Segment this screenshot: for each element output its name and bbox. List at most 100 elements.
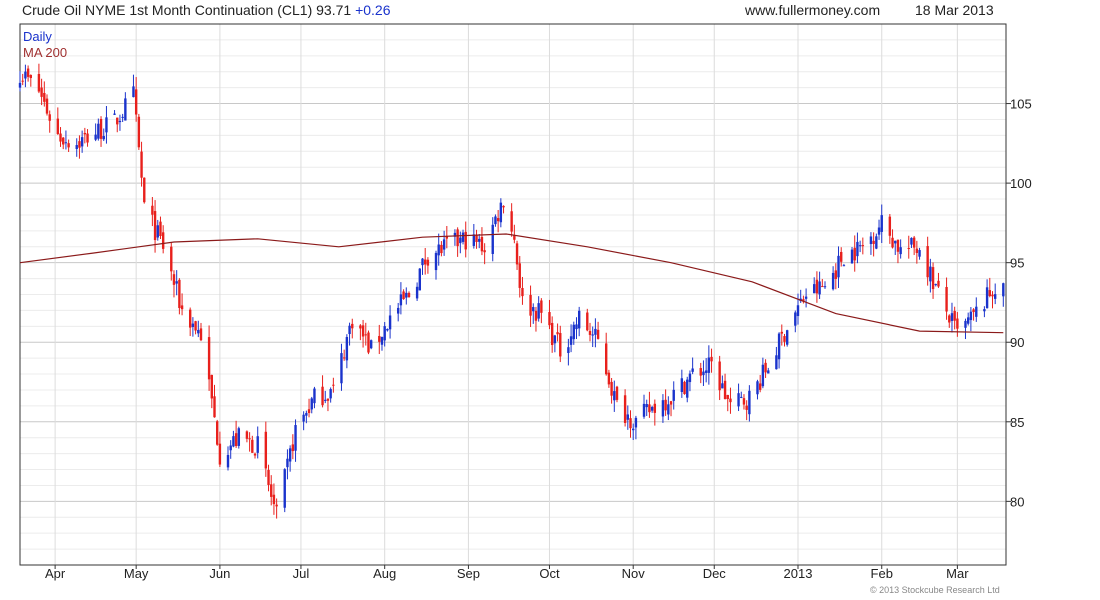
candle-body [983,309,986,312]
candle-body [691,368,694,372]
candle-body [861,245,865,247]
x-axis: Apr May Jun Jul Aug Sep Oct Nov Dec 2013 Feb Mar [45,565,969,581]
candle-body [840,251,843,262]
candle-body [664,399,667,411]
candle-body [966,317,970,324]
candle-body [307,409,311,414]
candle-body [197,329,200,334]
candle-body [137,116,141,148]
candle-body [821,286,824,288]
candle-body [596,329,600,339]
candles [18,63,1005,519]
x-tick-label: Oct [539,566,560,581]
candle-body [813,284,816,294]
candle-body [831,272,835,290]
candle-body [607,372,611,385]
candle-body [97,123,100,139]
candle-body [764,362,767,373]
candle-body [83,132,87,135]
y-tick-label: 90 [1010,335,1024,350]
candle-body [888,216,892,236]
candle-body [623,395,627,423]
candle-body [399,294,403,306]
candle-body [931,267,935,290]
candle-body [194,321,197,331]
candle-body [24,71,27,79]
candle-body [56,118,60,135]
candle-body [342,357,346,359]
candle-body [556,332,559,335]
candle-body [796,305,800,317]
candle-body [40,87,43,97]
legend: DailyMA 200 [23,29,67,60]
candle-body [156,225,159,238]
candle-body [783,336,786,342]
candle-body [340,353,343,384]
candle-body [823,286,827,288]
candle-body [62,137,65,145]
candle-body [480,236,484,252]
candle-body [494,216,497,225]
candle-body [207,337,211,380]
candle-body [218,443,222,465]
candle-body [153,211,157,241]
y-tick-label: 100 [1010,176,1032,191]
candle-body [758,383,762,390]
candle-body [491,224,494,254]
candle-body [124,98,127,121]
candle-body [21,80,24,82]
candle-body [683,381,686,395]
candle-body [1002,283,1005,297]
candle-body [577,310,581,329]
candle-body [86,133,89,143]
candle-body [993,294,997,299]
candle-body [59,133,62,142]
candle-body [267,469,270,485]
candle-body [105,117,108,133]
candle-body [804,296,808,299]
candle-body [729,398,732,403]
candle-body [440,244,443,254]
candle-body [461,232,465,242]
candle-body [718,361,721,391]
candle-body [991,294,994,297]
candle-body [180,305,184,310]
candle-body [915,248,919,253]
candle-body [767,370,770,374]
candle-body [569,336,573,345]
candle-body [80,137,84,147]
candle-body [723,380,727,400]
candle-body [388,315,392,330]
x-tick-label: 2013 [784,566,813,581]
candle-body [326,398,330,401]
candle-body [650,407,654,411]
candle-body [121,116,124,118]
x-tick-label: Sep [457,566,480,581]
candle-body [415,286,419,299]
candle-body [634,417,638,428]
candle-body [548,312,551,326]
y-axis: 80 85 90 95 100 105 [1006,97,1032,509]
candle-body [359,325,362,329]
candle-body [856,241,859,257]
candle-body [78,141,81,148]
y-tick-label: 85 [1010,415,1024,430]
candle-body [896,239,900,252]
candle-body [672,389,675,401]
candle-body [686,379,689,398]
candle-body [510,211,513,232]
x-tick-label: Apr [45,566,66,581]
candle-body [213,396,216,418]
candle-body [794,312,797,326]
candle-body [256,436,259,453]
candle-body [953,310,956,321]
candle-body [270,484,273,497]
candle-body [707,357,711,373]
candle-body [496,218,500,222]
candle-body [275,504,278,507]
candle-body [756,381,759,395]
candle-body [321,386,324,406]
candle-body [378,335,381,342]
candle-body [159,221,162,237]
candle-body [975,306,978,317]
